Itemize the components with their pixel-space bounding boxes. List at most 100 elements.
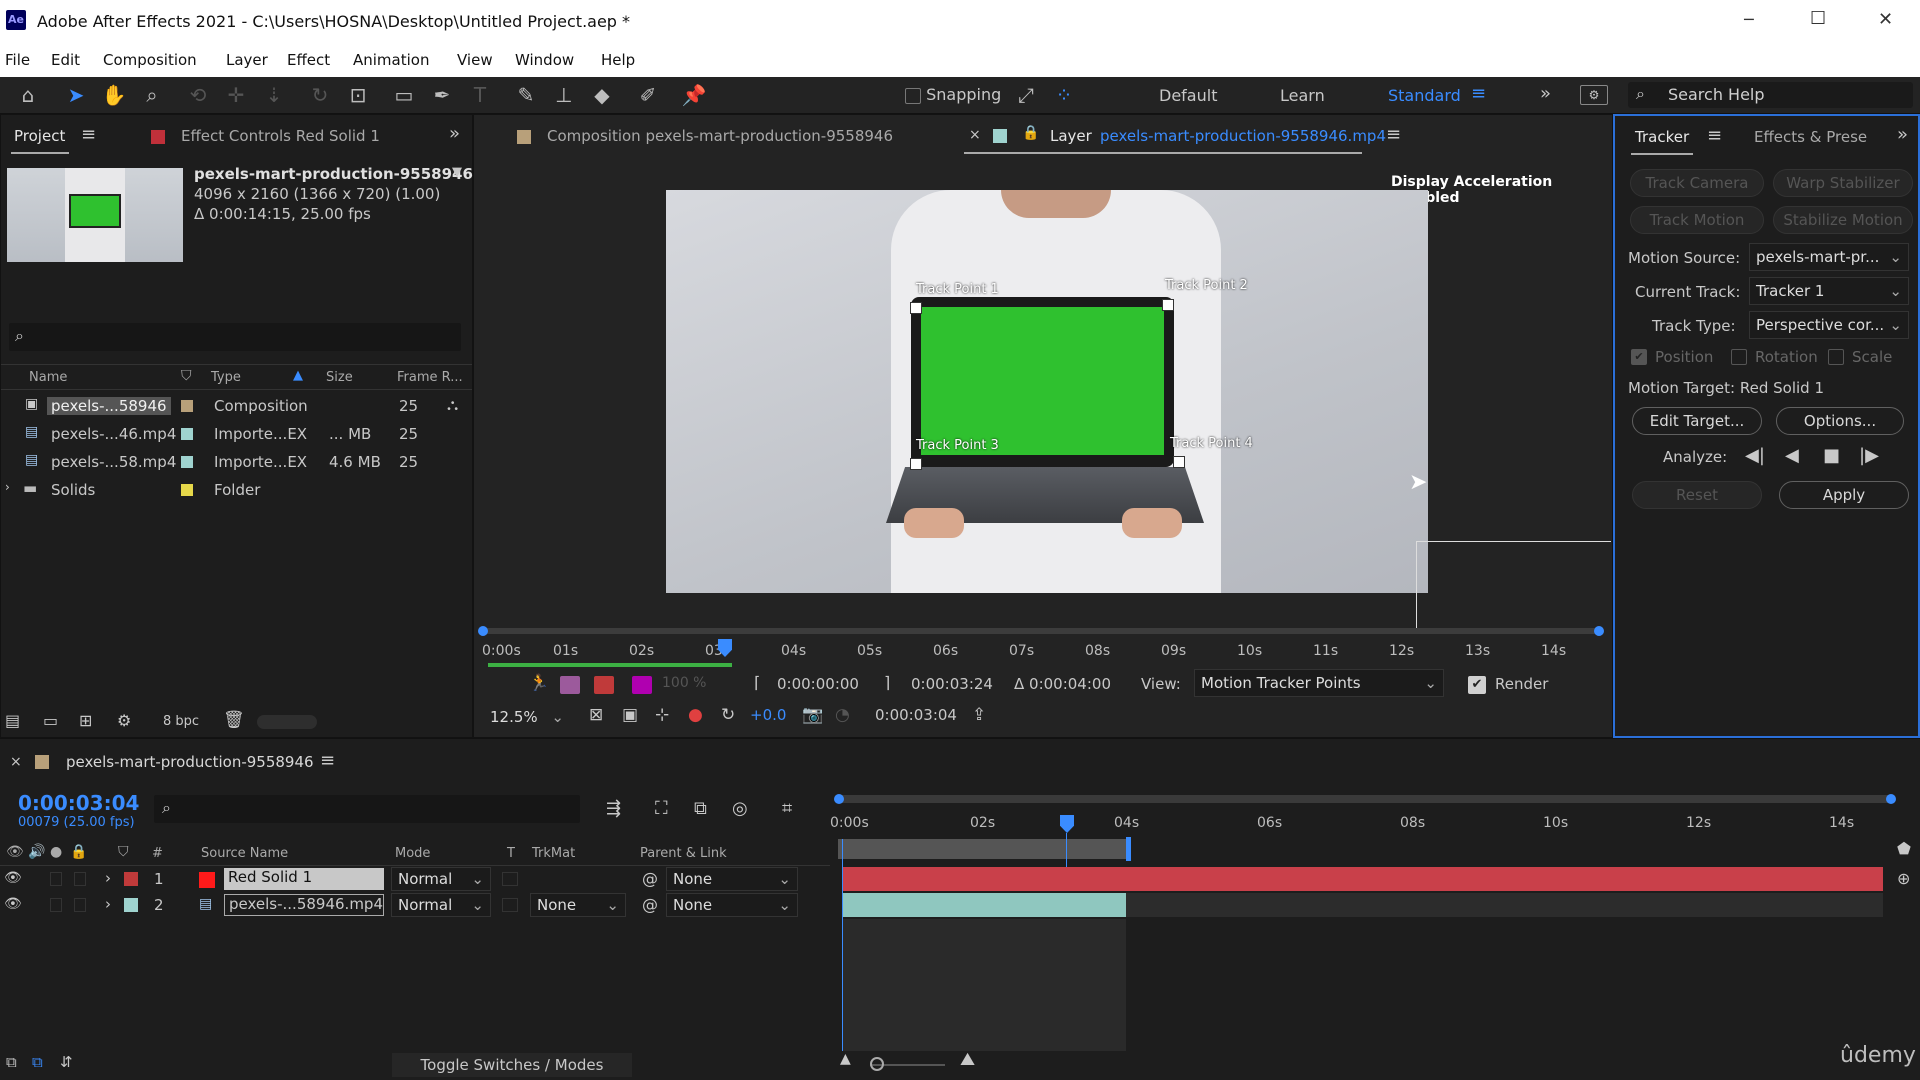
layer-mode-dropdown[interactable]: Normal ⌄	[391, 867, 491, 891]
expand-layer-chevron-icon[interactable]: ›	[105, 895, 111, 913]
tracker-overflow-icon[interactable]: »	[1897, 124, 1908, 145]
tab-tracker[interactable]: Tracker	[1635, 128, 1689, 146]
label-color-swatch[interactable]	[181, 428, 193, 440]
navigator-start-handle[interactable]	[478, 626, 488, 636]
composition-mini-flowchart-icon[interactable]: ⇶	[606, 798, 621, 819]
motion-source-dropdown[interactable]: pexels-mart-pr... ⌄	[1749, 243, 1909, 271]
label-tag-icon[interactable]: ⛉	[181, 368, 192, 384]
work-area-end-handle[interactable]	[1126, 837, 1131, 861]
timeline-layer-row[interactable]: 👁 › 2 ▤ pexels-...58946.mp4 Normal ⌄ None…	[0, 893, 830, 919]
col-type[interactable]: Type	[211, 370, 241, 385]
timeline-nav-start-handle[interactable]	[834, 794, 844, 804]
sort-ascending-icon[interactable]: ▲	[293, 368, 303, 383]
layer-bar-red-solid[interactable]	[843, 867, 1883, 891]
brush-tool-icon[interactable]: ✎	[512, 82, 540, 108]
layer-marker-icon[interactable]: ⊕	[1897, 869, 1910, 888]
selection-tool-icon[interactable]: ➤	[62, 82, 90, 108]
more-workspaces-icon[interactable]: »	[1540, 83, 1551, 104]
snapshot-icon[interactable]: 📷	[802, 705, 823, 725]
solo-switch[interactable]	[50, 872, 62, 886]
project-search-field[interactable]: ⌕	[9, 323, 461, 351]
track-point-marker[interactable]	[910, 458, 922, 470]
snapping-toggle[interactable]: Snapping	[905, 85, 1001, 104]
close-layer-tab-icon[interactable]: ×	[969, 127, 981, 143]
sync-settings-icon[interactable]: ⚙	[1580, 85, 1608, 105]
viewer-current-time[interactable]: 0:00:03:04	[875, 706, 957, 724]
layer-switches-icon[interactable]: ⧉	[6, 1053, 17, 1071]
lock-switch[interactable]	[74, 898, 86, 912]
position-checkbox[interactable]: ✔	[1631, 349, 1647, 365]
label-color-swatch[interactable]	[181, 484, 193, 496]
tracker-menu-icon[interactable]: ≡	[1707, 125, 1722, 146]
zoom-out-icon[interactable]: ▲	[840, 1051, 851, 1067]
transfer-controls-icon[interactable]: ⧉	[32, 1053, 43, 1071]
snap-edges-icon[interactable]: ⁘	[1050, 82, 1078, 108]
frame-blending-icon[interactable]: ◎	[732, 798, 748, 819]
navigator-end-handle[interactable]	[1594, 626, 1604, 636]
timeline-search-field[interactable]: ⌕	[154, 795, 580, 823]
show-snapshot-icon[interactable]: ◔	[835, 705, 850, 725]
reset-exposure-icon[interactable]: ↻	[721, 705, 735, 725]
new-composition-icon[interactable]: ⊞	[79, 711, 92, 730]
analyze-forward-icon[interactable]: |▶	[1859, 445, 1879, 466]
search-help-field[interactable]: ⌕ Search Help	[1628, 82, 1913, 108]
track-motion-button[interactable]: Track Motion	[1630, 206, 1764, 234]
in-time[interactable]: 0:00:00:00	[777, 675, 859, 693]
layer-source-name[interactable]: pexels-...58946.mp4	[224, 894, 384, 916]
pickwhip-icon[interactable]: @	[642, 895, 658, 914]
current-timecode[interactable]: 0:00:03:04	[18, 791, 139, 815]
layer-mode-dropdown[interactable]: Normal ⌄	[391, 893, 491, 917]
dolly-icon[interactable]: ⇣	[260, 82, 288, 108]
orbit-camera-icon[interactable]: ⟲	[184, 82, 212, 108]
options-button[interactable]: Options...	[1776, 407, 1904, 435]
apply-button[interactable]: Apply	[1779, 481, 1909, 509]
menu-window[interactable]: Window	[515, 51, 574, 69]
layer-label-color[interactable]	[124, 872, 138, 886]
layer-source-name[interactable]: Red Solid 1	[224, 868, 384, 890]
menu-help[interactable]: Help	[601, 51, 635, 69]
project-row[interactable]: › ▬ Solids Folder	[1, 477, 472, 505]
analyze-backward-icon[interactable]: ◀|	[1745, 445, 1765, 466]
pickwhip-icon[interactable]: @	[642, 869, 658, 888]
timeline-ruler[interactable]: 0:00s 02s 04s 06s 08s 10s 12s 14s	[830, 809, 1892, 841]
viewer-menu-icon[interactable]: ≡	[1386, 124, 1401, 145]
tab-project[interactable]: Project	[14, 127, 65, 145]
menu-effect[interactable]: Effect	[287, 51, 330, 69]
track-point-marker[interactable]	[910, 302, 922, 314]
opacity-value[interactable]: 100 %	[662, 675, 706, 691]
tab-layer[interactable]: pexels-mart-production-9558946.mp4	[1100, 127, 1386, 145]
tab-composition[interactable]: Composition pexels-mart-production-95589…	[547, 127, 893, 145]
stop-icon[interactable]: ■	[1823, 445, 1840, 466]
layer-bar-footage[interactable]	[843, 893, 1126, 917]
minimize-button[interactable]: ─	[1744, 10, 1754, 29]
graph-editor-icon[interactable]: ⌗	[782, 798, 792, 819]
tab-effects-presets[interactable]: Effects & Prese	[1754, 128, 1867, 146]
col-name[interactable]: Name	[29, 370, 67, 385]
project-settings-icon[interactable]: ⚙	[117, 711, 131, 730]
bpc-label[interactable]: 8 bpc	[163, 714, 199, 729]
project-row[interactable]: ▤ pexels-...46.mp4 Importe...EX ... MB 2…	[1, 421, 472, 449]
timeline-navigator[interactable]	[834, 794, 1896, 804]
menu-edit[interactable]: Edit	[51, 51, 80, 69]
track-icon-pink[interactable]	[560, 676, 580, 694]
trkmat-dropdown[interactable]: None ⌄	[530, 893, 626, 917]
menu-layer[interactable]: Layer	[226, 51, 268, 69]
zoom-in-icon[interactable]: ⛰	[960, 1049, 975, 1070]
solo-switch[interactable]	[50, 898, 62, 912]
hide-shy-layers-icon[interactable]: ⧉	[694, 798, 707, 819]
interpret-footage-icon[interactable]: ▤	[5, 711, 20, 730]
track-camera-button[interactable]: Track Camera	[1630, 169, 1764, 197]
guides-icon[interactable]: ⊹	[655, 705, 669, 725]
current-track-dropdown[interactable]: Tracker 1 ⌄	[1749, 277, 1909, 305]
parent-dropdown[interactable]: None ⌄	[666, 893, 798, 917]
out-time[interactable]: 0:00:03:24	[911, 675, 993, 693]
work-area-bar[interactable]	[488, 663, 732, 667]
timeline-menu-icon[interactable]: ≡	[320, 750, 335, 771]
close-button[interactable]: ✕	[1878, 9, 1893, 30]
viewer-time-navigator[interactable]	[478, 626, 1604, 636]
col-size[interactable]: Size	[326, 370, 353, 385]
toggle-transparency-icon[interactable]: ▣	[622, 705, 638, 725]
channels-icon[interactable]: ●	[688, 705, 703, 725]
home-icon[interactable]: ⌂	[14, 82, 42, 108]
pen-tool-icon[interactable]: ✒	[428, 82, 456, 108]
